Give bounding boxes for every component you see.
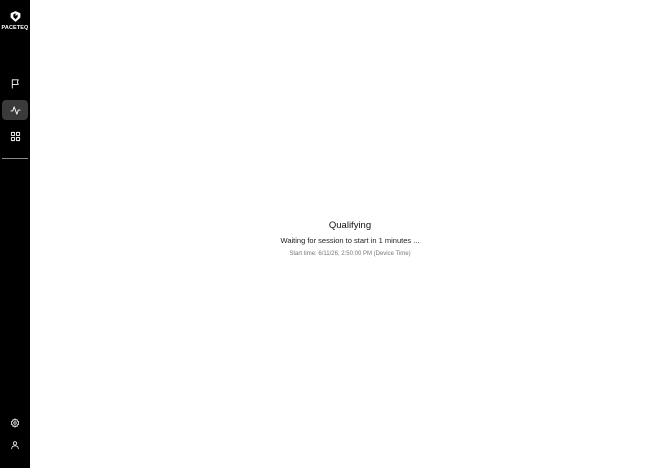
activity-icon xyxy=(9,105,21,116)
user-icon xyxy=(10,440,20,450)
waiting-message: Waiting for session to start in 1 minute… xyxy=(280,236,420,245)
main-content: Qualifying Waiting for session to start … xyxy=(30,0,670,468)
nav-grid-button[interactable] xyxy=(2,126,28,146)
settings-button[interactable] xyxy=(2,413,28,433)
gear-icon xyxy=(10,418,20,428)
nav-activity-button[interactable] xyxy=(2,100,28,120)
app-window: PACETEQ Qualifying Waiting for session t… xyxy=(0,0,670,468)
sidebar-divider xyxy=(2,158,28,159)
flag-icon xyxy=(10,78,21,89)
paceteq-logo-icon xyxy=(9,10,22,23)
logo[interactable]: PACETEQ xyxy=(0,10,30,31)
session-status: Qualifying Waiting for session to start … xyxy=(30,220,670,258)
sidebar: PACETEQ xyxy=(0,0,30,468)
logo-text: PACETEQ xyxy=(1,25,29,31)
start-time: Start time: 6/11/26, 2:50:00 PM (Device … xyxy=(289,251,411,257)
profile-button[interactable] xyxy=(2,435,28,455)
session-name: Qualifying xyxy=(328,220,372,231)
grid-icon xyxy=(10,131,21,142)
nav-flag-button[interactable] xyxy=(2,73,28,93)
